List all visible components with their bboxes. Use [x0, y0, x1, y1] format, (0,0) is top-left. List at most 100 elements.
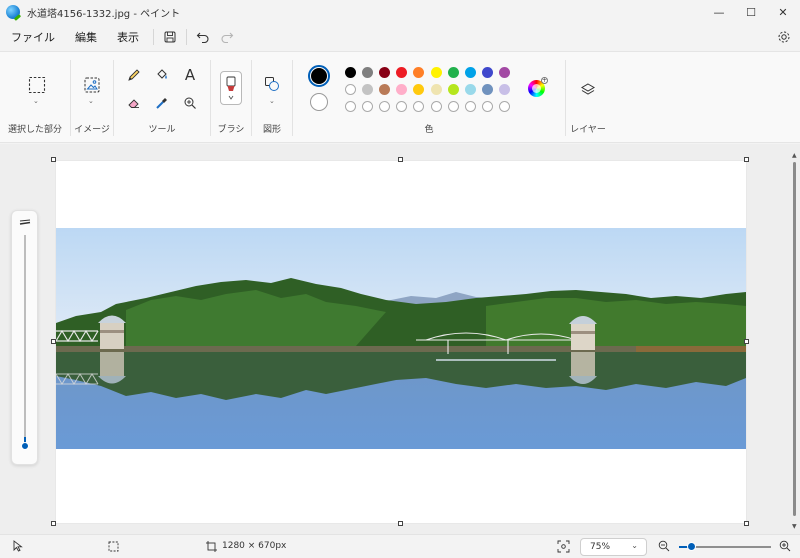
resize-handle[interactable] — [744, 157, 749, 162]
shapes-icon[interactable] — [262, 74, 282, 94]
resize-handle[interactable] — [51, 339, 56, 344]
image-label: イメージ — [74, 125, 110, 135]
tools-label: ツール — [148, 125, 176, 135]
shapes-group: ⌄ 図形 — [252, 52, 292, 144]
colors-label: 色 — [424, 125, 434, 135]
close-button[interactable]: ✕ — [767, 0, 799, 24]
custom-color-slot[interactable] — [413, 101, 425, 112]
size-slider-track[interactable] — [24, 235, 26, 445]
color-swatch[interactable] — [379, 67, 391, 78]
color-swatch[interactable] — [447, 84, 459, 95]
menu-view[interactable]: 表示 — [107, 24, 149, 50]
custom-color-slot[interactable] — [447, 101, 459, 112]
resize-handle[interactable] — [744, 521, 749, 526]
zoom-level-select[interactable]: 75% ⌄ — [580, 538, 647, 556]
color-picker-icon[interactable] — [152, 93, 172, 113]
custom-color-slot[interactable] — [345, 101, 356, 112]
color-swatch[interactable] — [396, 67, 408, 78]
drawing-canvas[interactable] — [55, 160, 747, 524]
rectangle-select-icon[interactable] — [26, 74, 48, 96]
custom-color-slot[interactable] — [362, 101, 374, 112]
tools-group: A ツール — [114, 52, 210, 144]
undo-icon[interactable] — [191, 25, 215, 49]
color-swatch[interactable] — [345, 84, 356, 95]
color-swatch[interactable] — [430, 67, 442, 78]
zoom-slider-thumb[interactable] — [686, 542, 696, 551]
custom-color-slot[interactable] — [379, 101, 391, 112]
canvas-workspace: ▲ ▼ — [0, 144, 800, 534]
color-swatch[interactable] — [413, 67, 425, 78]
selection-size-icon — [108, 541, 119, 555]
resize-handle[interactable] — [398, 521, 403, 526]
resize-handle[interactable] — [744, 339, 749, 344]
canvas-size-icon — [206, 541, 217, 555]
custom-color-slot[interactable] — [430, 101, 442, 112]
color-swatch[interactable] — [464, 67, 476, 78]
window-title: 水道塔4156-1332.jpg - ペイント — [27, 8, 181, 20]
image-group: ⌄ イメージ — [71, 52, 113, 144]
menu-divider — [186, 29, 187, 45]
resize-handle[interactable] — [51, 157, 56, 162]
color-swatch[interactable] — [447, 67, 459, 78]
color-swatch[interactable] — [396, 84, 408, 95]
color-swatch[interactable] — [413, 84, 425, 95]
zoom-in-icon[interactable] — [779, 540, 791, 555]
landscape-photo — [56, 228, 746, 449]
stroke-size-icon — [19, 219, 31, 225]
minimize-button[interactable]: — — [703, 0, 735, 24]
zoom-out-icon[interactable] — [658, 540, 670, 555]
chevron-down-icon[interactable]: ⌄ — [269, 97, 275, 105]
selection-label: 選択した部分 — [7, 125, 62, 135]
custom-color-slot[interactable] — [396, 101, 408, 112]
scroll-up-arrow-icon[interactable]: ▲ — [792, 152, 797, 159]
shapes-label: 図形 — [262, 125, 281, 135]
scroll-down-arrow-icon[interactable]: ▼ — [792, 523, 797, 530]
menu-file[interactable]: ファイル — [0, 24, 65, 50]
layers-icon[interactable] — [578, 80, 598, 100]
color-swatch[interactable] — [481, 84, 493, 95]
eraser-icon[interactable] — [124, 93, 144, 113]
save-icon[interactable] — [158, 25, 182, 49]
primary-color-button[interactable] — [308, 65, 330, 87]
color-swatch[interactable] — [498, 67, 510, 78]
scrollbar-thumb[interactable] — [793, 162, 796, 516]
resize-handle[interactable] — [398, 157, 403, 162]
brush-label: ブラシ — [217, 125, 245, 135]
chevron-down-icon: ⌄ — [631, 541, 638, 550]
color-swatch[interactable] — [498, 84, 510, 95]
custom-color-slot[interactable] — [464, 101, 476, 112]
color-swatch[interactable] — [362, 67, 374, 78]
maximize-button[interactable]: ☐ — [735, 0, 767, 24]
size-slider-thumb[interactable] — [21, 442, 29, 450]
layers-label: レイヤー — [570, 125, 606, 135]
zoom-level-value: 75% — [590, 542, 611, 552]
edit-colors-icon[interactable]: + — [528, 77, 548, 97]
fill-bucket-icon[interactable] — [152, 65, 172, 85]
custom-color-slot[interactable] — [498, 101, 510, 112]
image-tools-icon[interactable] — [81, 74, 103, 96]
chevron-down-icon[interactable]: ⌄ — [33, 97, 39, 105]
secondary-color-button[interactable] — [310, 93, 328, 111]
vertical-scrollbar[interactable]: ▲ ▼ — [792, 152, 798, 530]
canvas-size-text: 1280 × 670px — [222, 541, 287, 551]
chevron-down-icon[interactable]: ⌄ — [88, 97, 94, 105]
primary-color-swatch — [311, 68, 327, 84]
brush-icon[interactable] — [220, 71, 242, 105]
color-swatch[interactable] — [345, 67, 356, 78]
color-swatch[interactable] — [481, 67, 493, 78]
color-swatch[interactable] — [362, 84, 374, 95]
custom-color-slot[interactable] — [481, 101, 493, 112]
resize-handle[interactable] — [51, 521, 56, 526]
settings-gear-icon[interactable] — [772, 25, 796, 49]
menu-edit[interactable]: 編集 — [65, 24, 107, 50]
magnifier-icon[interactable] — [180, 93, 200, 113]
menu-bar: ファイル 編集 表示 — [0, 24, 800, 50]
fit-to-window-icon[interactable] — [557, 540, 570, 556]
color-swatch[interactable] — [464, 84, 476, 95]
layers-group: レイヤー — [566, 52, 610, 144]
color-swatch[interactable] — [430, 84, 442, 95]
color-swatch[interactable] — [379, 84, 391, 95]
text-tool-icon[interactable]: A — [180, 65, 200, 85]
redo-icon[interactable] — [215, 25, 239, 49]
pencil-icon[interactable] — [124, 65, 144, 85]
